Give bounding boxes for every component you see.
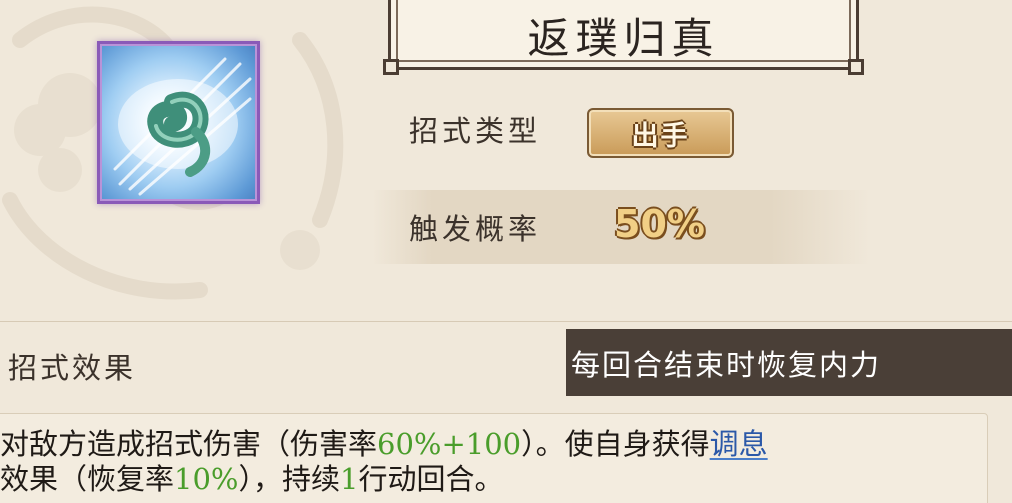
section-divider	[0, 321, 1012, 322]
desc-text: 效果（恢复率	[0, 462, 175, 496]
skill-type-value: 出手	[631, 120, 690, 152]
skill-icon[interactable]	[97, 41, 260, 204]
skill-effect-label: 招式效果	[8, 351, 137, 385]
description-line-1: 对敌方造成招式伤害（伤害率60%+100）。使自身获得调息	[0, 427, 960, 462]
damage-rate-value: 60%+100	[377, 427, 522, 461]
skill-type-badge: 出手	[587, 108, 734, 158]
desc-text: ）。使自身获得	[521, 427, 710, 461]
trigger-rate-value: 50%	[614, 202, 705, 246]
skill-name-board: 返璞归真	[383, 0, 864, 75]
skill-description: 对敌方造成招式伤害（伤害率60%+100）。使自身获得调息 效果（恢复率10%）…	[0, 427, 960, 497]
desc-text: 行动回合。	[358, 462, 504, 496]
recovery-rate-value: 10%	[174, 462, 239, 496]
tooltip: 每回合结束时恢复内力	[566, 329, 1012, 396]
tooltip-text: 每回合结束时恢复内力	[571, 347, 882, 382]
duration-value: 1	[340, 462, 359, 496]
desc-text: 对敌方造成招式伤害（伤害率	[0, 427, 378, 461]
skill-name: 返璞归真	[527, 14, 720, 63]
desc-text: ），持续	[238, 462, 340, 496]
description-line-2: 效果（恢复率10%），持续1行动回合。	[0, 462, 960, 497]
skill-type-label: 招式类型	[409, 114, 542, 148]
jade-swirl-icon	[113, 57, 252, 196]
trigger-rate-label: 触发概率	[409, 212, 542, 246]
tiaoxi-link[interactable]: 调息	[710, 427, 768, 461]
